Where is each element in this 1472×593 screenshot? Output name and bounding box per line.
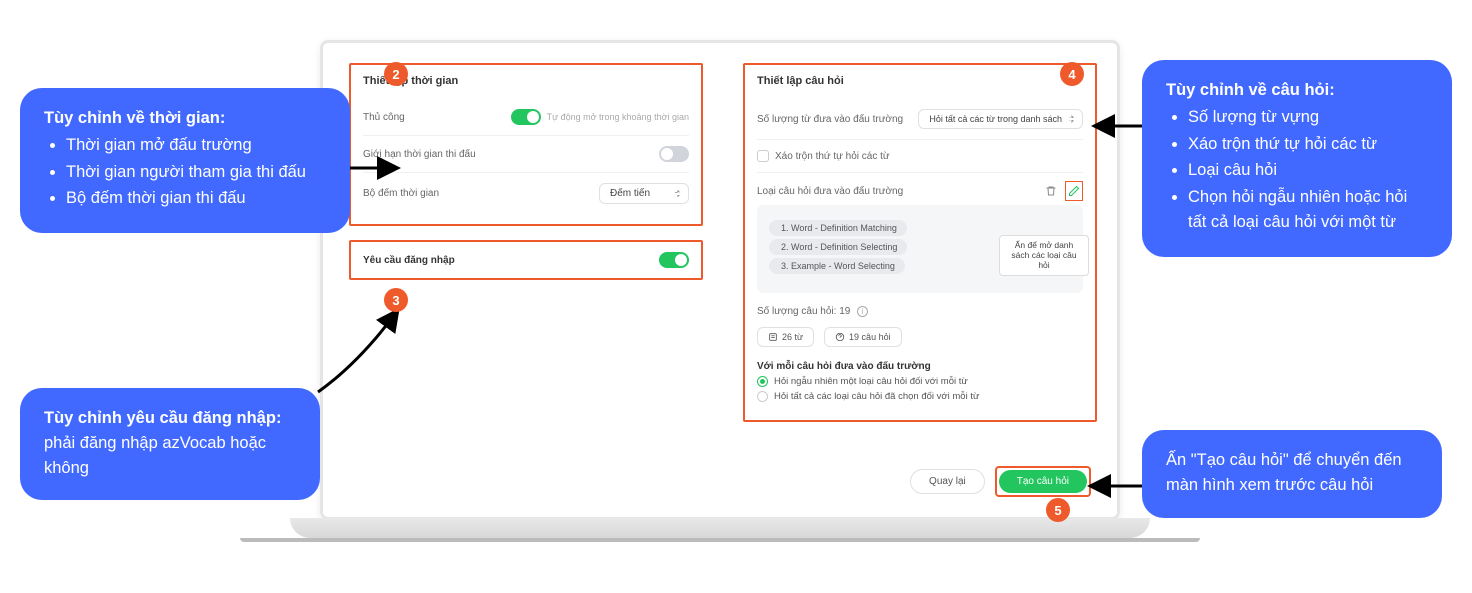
- radio-random-label: Hỏi ngẫu nhiên một loại câu hỏi đối với …: [774, 376, 968, 387]
- row-qtype-header: Loại câu hỏi đưa vào đấu trường: [757, 173, 1083, 295]
- row-timer: Bộ đếm thời gian Đếm tiến: [363, 173, 689, 214]
- footer-buttons: Quay lại Tạo câu hỏi: [910, 466, 1091, 497]
- qtype-pill-3: 3. Example - Word Selecting: [769, 258, 905, 274]
- badge-4: 4: [1060, 62, 1084, 86]
- pill-words-label: 26 từ: [782, 332, 803, 342]
- trash-icon[interactable]: [1043, 183, 1059, 199]
- callout-time: Tùy chỉnh về thời gian: Thời gian mở đấu…: [20, 88, 350, 233]
- radio-random[interactable]: [757, 376, 768, 387]
- info-icon[interactable]: i: [857, 306, 868, 317]
- callout-time-list: Thời gian mở đấu trường Thời gian người …: [66, 133, 326, 211]
- callout-time-item-1: Thời gian mở đấu trường: [66, 133, 326, 158]
- laptop-screen: Thiết lập thời gian Thủ công Tự động mở …: [320, 40, 1120, 520]
- pill-words: 26 từ: [757, 327, 814, 347]
- callout-question-item-1: Số lượng từ vựng: [1188, 105, 1428, 130]
- radio-all[interactable]: [757, 391, 768, 402]
- timer-select[interactable]: Đếm tiến: [599, 183, 689, 204]
- qtype-3-label: 3. Example - Word Selecting: [781, 261, 895, 271]
- pill-questions-label: 19 câu hỏi: [849, 332, 891, 342]
- radio-row-random[interactable]: Hỏi ngẫu nhiên một loại câu hỏi đối với …: [757, 376, 1083, 387]
- list-icon: [768, 332, 778, 342]
- login-box: Yêu cầu đăng nhập: [349, 240, 703, 280]
- app-content: Thiết lập thời gian Thủ công Tự động mở …: [323, 43, 1120, 520]
- login-label: Yêu cầu đăng nhập: [363, 255, 455, 266]
- shuffle-label: Xáo trộn thứ tự hỏi các từ: [775, 151, 890, 162]
- laptop-base: [290, 518, 1150, 538]
- arrow-to-login: [310, 302, 410, 407]
- qtype-pill-2: 2. Word - Definition Selecting: [769, 239, 907, 255]
- callout-time-title: Tùy chỉnh về thời gian:: [44, 109, 225, 127]
- question-section-title: Thiết lập câu hỏi: [757, 75, 1083, 87]
- laptop-mockup: Thiết lập thời gian Thủ công Tự động mở …: [320, 40, 1120, 550]
- shuffle-checkbox[interactable]: [757, 150, 769, 162]
- laptop-lip: [240, 538, 1200, 542]
- wordcount-label: Số lượng từ đưa vào đấu trường: [757, 114, 903, 125]
- qcount-row: Số lượng câu hỏi: 19 i 26 từ 19 câu hỏi: [757, 295, 1083, 347]
- arrow-to-create: [1078, 476, 1142, 501]
- row-wordcount: Số lượng từ đưa vào đấu trường Hỏi tất c…: [757, 99, 1083, 140]
- callout-login-strong: Tùy chỉnh yêu cầu đăng nhập:: [44, 409, 281, 427]
- callout-time-item-3: Bộ đếm thời gian thi đấu: [66, 186, 326, 211]
- limit-toggle[interactable]: [659, 146, 689, 162]
- callout-time-item-2: Thời gian người tham gia thi đấu: [66, 160, 326, 185]
- manual-label: Thủ công: [363, 112, 405, 123]
- callout-question-item-4: Chọn hỏi ngẫu nhiên hoặc hỏi tất cả loại…: [1188, 185, 1428, 235]
- arrow-to-time: [350, 158, 410, 183]
- callout-question-list: Số lượng từ vựng Xáo trộn thứ tự hỏi các…: [1188, 105, 1428, 235]
- qtype-2-label: 2. Word - Definition Selecting: [781, 242, 897, 252]
- time-settings-box: Thiết lập thời gian Thủ công Tự động mở …: [349, 63, 703, 226]
- callout-login: Tùy chỉnh yêu cầu đăng nhập: phải đăng n…: [20, 388, 320, 500]
- arrow-to-question: [1082, 116, 1142, 141]
- row-login: Yêu cầu đăng nhập: [363, 252, 689, 268]
- question-icon: [835, 332, 845, 342]
- strategy-group: Với mỗi câu hỏi đưa vào đấu trường Hỏi n…: [757, 351, 1083, 402]
- create-button-highlight: Tạo câu hỏi: [995, 466, 1091, 497]
- qtype-pill-1: 1. Word - Definition Matching: [769, 220, 907, 236]
- pill-questions: 19 câu hỏi: [824, 327, 902, 347]
- manual-hint: Tự động mở trong khoảng thời gian: [547, 112, 689, 122]
- edit-qtypes-button[interactable]: [1065, 181, 1083, 201]
- badge-5: 5: [1046, 498, 1070, 522]
- radio-all-label: Hỏi tất cả các loại câu hỏi đã chọn đối …: [774, 391, 979, 402]
- badge-2: 2: [384, 62, 408, 86]
- callout-create-text: Ấn "Tạo câu hỏi" để chuyển đến màn hình …: [1166, 451, 1402, 494]
- create-button[interactable]: Tạo câu hỏi: [999, 470, 1087, 493]
- callout-question: Tùy chỉnh về câu hỏi: Số lượng từ vựng X…: [1142, 60, 1452, 257]
- callout-question-title: Tùy chỉnh về câu hỏi:: [1166, 81, 1335, 99]
- callout-question-item-3: Loại câu hỏi: [1188, 158, 1428, 183]
- time-section-title: Thiết lập thời gian: [363, 75, 689, 87]
- radio-row-all[interactable]: Hỏi tất cả các loại câu hỏi đã chọn đối …: [757, 391, 1083, 402]
- callout-create: Ấn "Tạo câu hỏi" để chuyển đến màn hình …: [1142, 430, 1442, 518]
- qcount-label: Số lượng câu hỏi: 19: [757, 306, 850, 317]
- login-toggle[interactable]: [659, 252, 689, 268]
- qtype-label: Loại câu hỏi đưa vào đấu trường: [757, 186, 903, 197]
- badge-3: 3: [384, 288, 408, 312]
- qtype-1-label: 1. Word - Definition Matching: [781, 223, 897, 233]
- edit-tooltip: Ấn để mở danh sách các loại câu hỏi: [999, 235, 1089, 276]
- timer-label: Bộ đếm thời gian: [363, 188, 439, 199]
- row-manual: Thủ công Tự động mở trong khoảng thời gi…: [363, 99, 689, 136]
- manual-toggle[interactable]: [511, 109, 541, 125]
- callout-login-rest: phải đăng nhập azVocab hoặc không: [44, 434, 266, 477]
- strategy-label: Với mỗi câu hỏi đưa vào đấu trường: [757, 361, 1083, 372]
- callout-question-item-2: Xáo trộn thứ tự hỏi các từ: [1188, 132, 1428, 157]
- row-limit: Giới hạn thời gian thi đấu: [363, 136, 689, 173]
- back-button[interactable]: Quay lại: [910, 469, 985, 494]
- wordcount-select[interactable]: Hỏi tất cả các từ trong danh sách: [918, 109, 1083, 129]
- row-shuffle: Xáo trộn thứ tự hỏi các từ: [757, 140, 1083, 173]
